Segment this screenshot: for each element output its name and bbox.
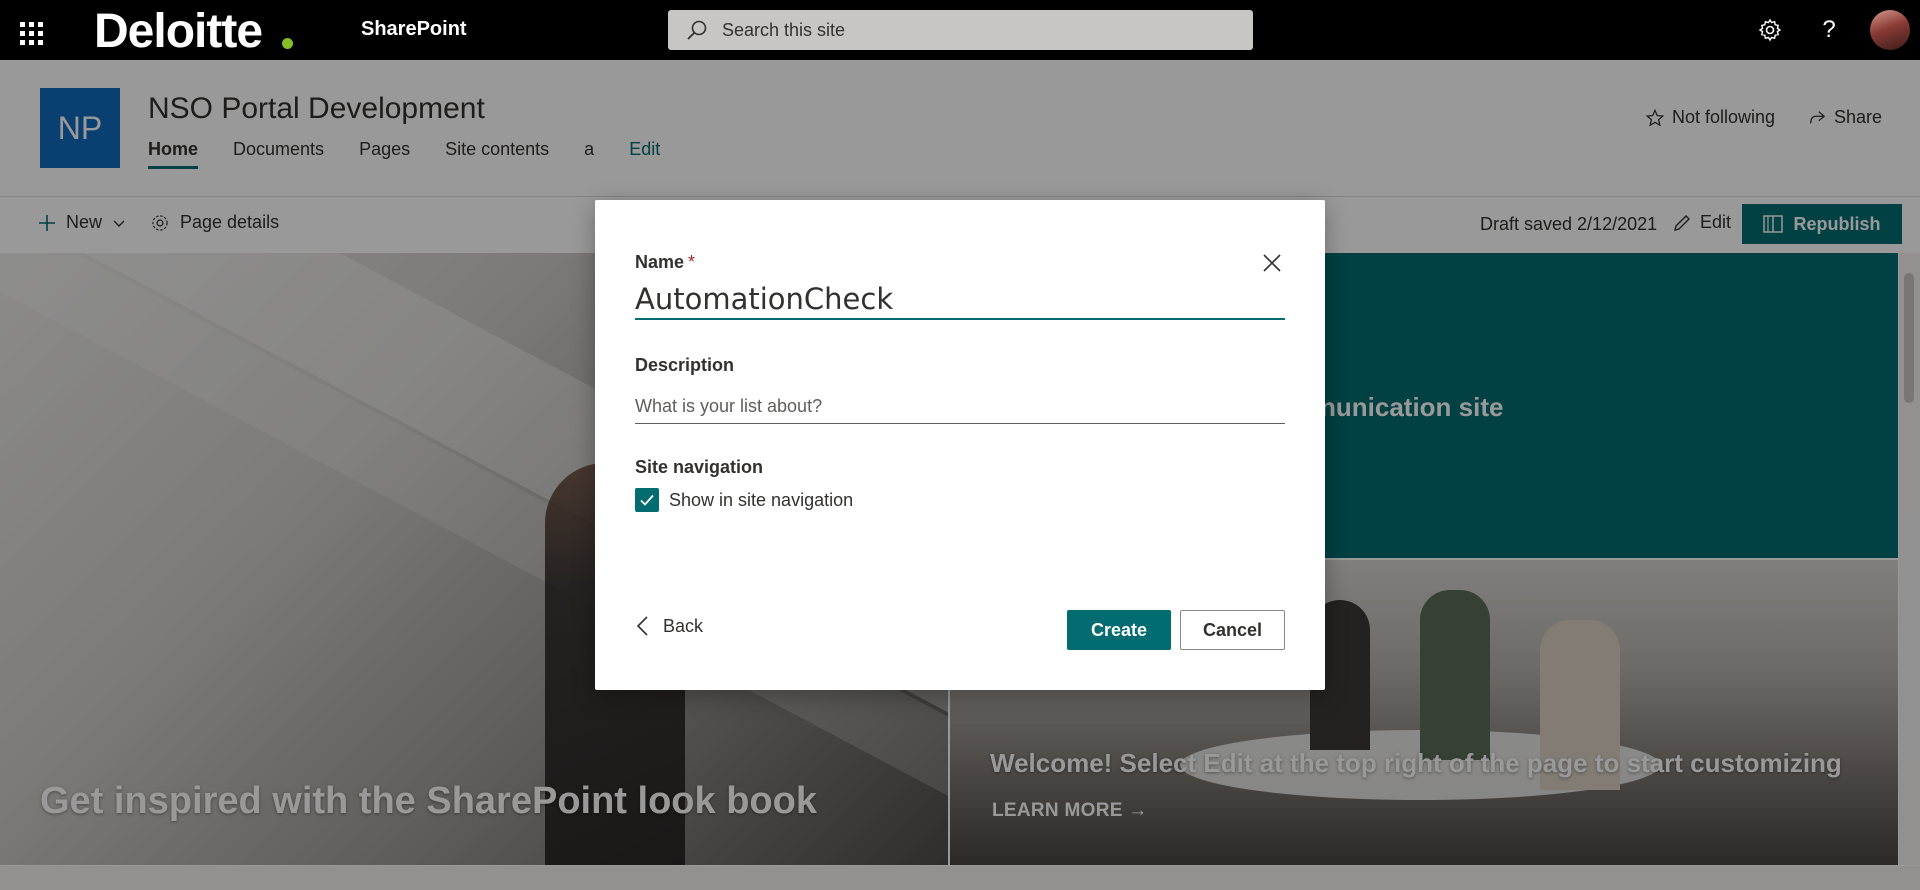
search-placeholder: Search this site (722, 19, 846, 40)
search-icon (687, 20, 707, 40)
company-logo[interactable]: Deloitte (94, 4, 263, 59)
close-button[interactable] (1259, 250, 1285, 276)
chevron-left-icon (636, 616, 648, 636)
search-box[interactable]: Search this site (668, 10, 1253, 50)
create-button[interactable]: Create (1067, 610, 1171, 650)
name-input[interactable] (635, 280, 1285, 320)
app-name-link[interactable]: SharePoint (361, 18, 467, 41)
show-in-nav-checkbox[interactable] (635, 488, 659, 512)
back-label: Back (663, 615, 704, 636)
show-in-nav-label[interactable]: Show in site navigation (669, 490, 853, 511)
settings-icon[interactable] (1754, 14, 1786, 46)
back-button[interactable]: Back (635, 615, 703, 637)
logo-dot-icon (282, 38, 293, 49)
app-launcher-icon[interactable] (14, 16, 44, 46)
site-navigation-label: Site navigation (635, 457, 764, 477)
suite-bar: Deloitte SharePoint Search this site ? (0, 0, 1920, 60)
close-icon (1263, 254, 1281, 272)
help-icon[interactable]: ? (1813, 14, 1845, 46)
required-marker: * (688, 252, 696, 272)
create-list-dialog: Name* Description Site navigation Show i… (595, 200, 1325, 690)
show-in-nav-checkbox-row[interactable]: Show in site navigation (635, 488, 853, 512)
cancel-button[interactable]: Cancel (1180, 610, 1285, 650)
avatar[interactable] (1870, 10, 1910, 50)
description-input[interactable] (635, 390, 1285, 424)
name-label: Name * (635, 252, 696, 272)
description-label: Description (635, 355, 735, 375)
checkmark-icon (640, 494, 654, 506)
